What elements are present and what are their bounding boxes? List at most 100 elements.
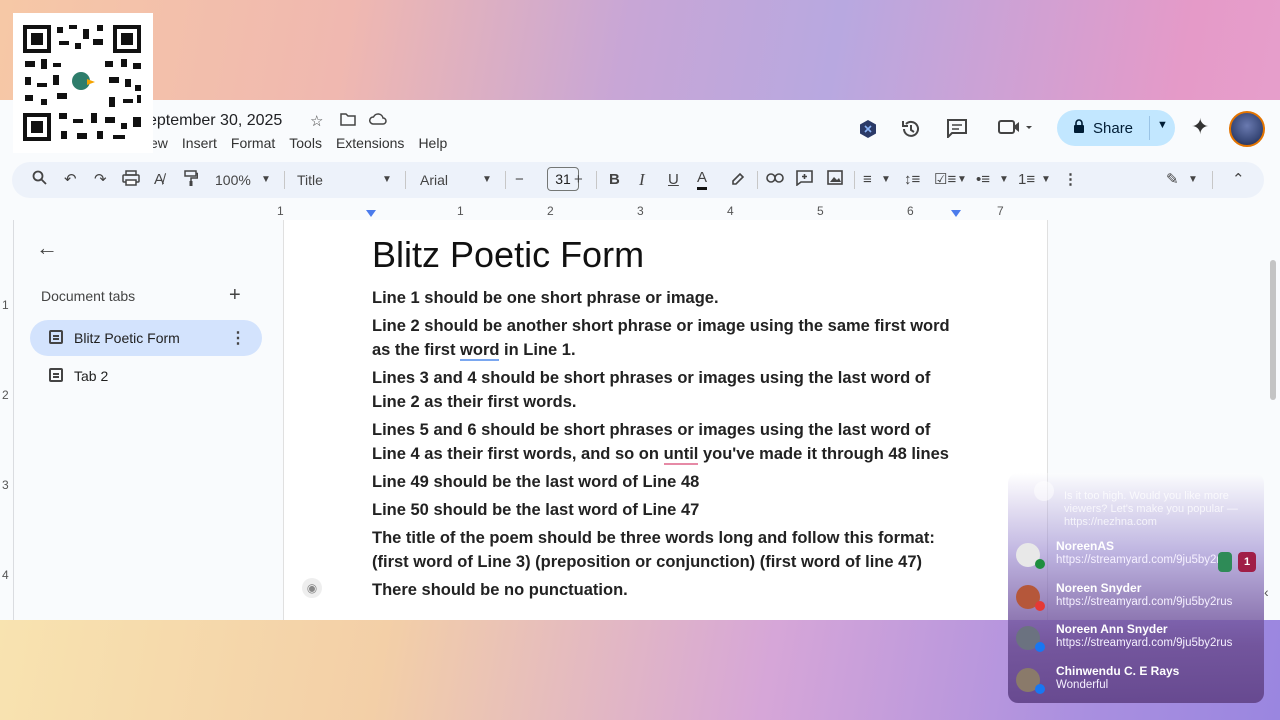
bulleted-list-icon[interactable]: •≡ bbox=[976, 170, 990, 190]
menu-extensions[interactable]: Extensions bbox=[336, 135, 404, 151]
paragraph[interactable]: Lines 5 and 6 should be short phrases or… bbox=[372, 418, 972, 466]
insert-link-icon[interactable] bbox=[766, 170, 784, 190]
paragraph[interactable]: Line 50 should be the last word of Line … bbox=[372, 498, 972, 522]
chevron-left-icon[interactable]: ‹ bbox=[1264, 584, 1269, 600]
style-select[interactable]: Title bbox=[297, 170, 323, 190]
folder-icon[interactable] bbox=[340, 112, 356, 130]
chevron-down-icon[interactable]: ▼ bbox=[957, 170, 967, 190]
star-icon[interactable]: ☆ bbox=[310, 112, 323, 130]
chevron-down-icon[interactable]: ▼ bbox=[1157, 119, 1168, 131]
tab-more-options-icon[interactable]: ⋮ bbox=[230, 328, 246, 348]
document-title[interactable]: eptember 30, 2025 bbox=[148, 112, 282, 130]
vertical-scrollbar[interactable] bbox=[1270, 260, 1276, 400]
paragraph-line: The title of the poem should be three wo… bbox=[372, 529, 935, 547]
ruler-number: 4 bbox=[2, 568, 9, 582]
chevron-down-icon[interactable]: ▼ bbox=[382, 170, 392, 190]
live-chat-overlay: Is it too high. Would you like more view… bbox=[1008, 473, 1264, 703]
menu-tools[interactable]: Tools bbox=[289, 135, 322, 151]
toolbar-divider bbox=[757, 171, 758, 189]
title-bar: eptember 30, 2025 ☆ ew Insert Format Too… bbox=[0, 100, 1280, 162]
toolbar-divider bbox=[284, 171, 285, 189]
more-options-icon[interactable]: ⋮ bbox=[1063, 170, 1078, 190]
numbered-list-icon[interactable]: 1≡ bbox=[1018, 170, 1035, 190]
font-select[interactable]: Arial bbox=[420, 170, 448, 190]
print-icon[interactable] bbox=[122, 170, 140, 190]
paragraph[interactable]: Line 49 should be the last word of Line … bbox=[372, 470, 972, 494]
chat-message-text: Is it too high. Would you like more view… bbox=[1064, 490, 1238, 528]
ruler-number: 1 bbox=[457, 204, 464, 218]
paragraph-line: Lines 3 and 4 should be short phrases or… bbox=[372, 369, 931, 387]
chat-message: Noreen Ann Snyder https://streamyard.com… bbox=[1016, 622, 1264, 662]
checklist-icon[interactable]: ☑≡ bbox=[934, 170, 956, 190]
add-tab-icon[interactable]: + bbox=[229, 284, 241, 307]
chevron-down-icon[interactable]: ▼ bbox=[999, 170, 1009, 190]
increase-font-size-icon[interactable]: + bbox=[574, 170, 583, 190]
chevron-down-icon[interactable]: ▼ bbox=[261, 170, 271, 190]
chevron-down-icon[interactable]: ▼ bbox=[1188, 170, 1198, 190]
text-color-icon[interactable]: A bbox=[697, 170, 708, 190]
grammar-suggestion-word[interactable]: word bbox=[460, 341, 500, 361]
chevron-down-icon[interactable]: ▼ bbox=[881, 170, 891, 190]
chat-message: Noreen Snyder https://streamyard.com/9ju… bbox=[1016, 581, 1264, 621]
share-button[interactable]: Share ▼ bbox=[1057, 110, 1175, 146]
spellcheck-icon[interactable]: A̸ bbox=[154, 170, 164, 190]
paragraph-line: as the first word in Line 1. bbox=[372, 338, 972, 362]
back-arrow-icon[interactable]: ← bbox=[36, 235, 58, 261]
menu-insert[interactable]: Insert bbox=[182, 135, 217, 151]
fingerprint-icon[interactable]: ◉ bbox=[302, 578, 322, 598]
ruler-number: 3 bbox=[637, 204, 644, 218]
ruler-number: 4 bbox=[727, 204, 734, 218]
history-icon[interactable] bbox=[900, 118, 922, 146]
hide-menus-chevron-up-icon[interactable]: ⌃ bbox=[1232, 170, 1245, 190]
ruler-number: 6 bbox=[907, 204, 914, 218]
paragraph-line: Line 2 should be another short phrase or… bbox=[372, 317, 950, 335]
italic-icon[interactable]: I bbox=[639, 170, 645, 190]
text-run: as the first bbox=[372, 341, 461, 359]
tab-tab-2[interactable]: Tab 2 bbox=[30, 358, 262, 394]
bold-icon[interactable]: B bbox=[609, 170, 620, 190]
vertical-ruler[interactable]: 1 2 3 4 bbox=[0, 220, 14, 620]
underline-icon[interactable]: U bbox=[668, 170, 679, 190]
cloud-icon[interactable] bbox=[369, 112, 387, 130]
paragraph[interactable]: Lines 3 and 4 should be short phrases or… bbox=[372, 366, 972, 414]
document-heading[interactable]: Blitz Poetic Form bbox=[372, 234, 644, 276]
ruler-number: 1 bbox=[277, 204, 284, 218]
chat-message-text: https://streamyard.com/9ju5by2rus bbox=[1056, 596, 1233, 608]
ruler-number: 3 bbox=[2, 478, 9, 492]
decrease-font-size-icon[interactable]: − bbox=[515, 170, 524, 190]
highlight-pen-icon[interactable] bbox=[730, 170, 746, 190]
comment-icon[interactable] bbox=[946, 118, 968, 144]
account-avatar[interactable] bbox=[1229, 111, 1265, 147]
zoom-select[interactable]: 100% bbox=[215, 170, 251, 190]
insert-image-icon[interactable] bbox=[827, 170, 843, 190]
spelling-suggestion-word[interactable]: until bbox=[663, 445, 699, 465]
chat-author: NoreenAS bbox=[1056, 539, 1115, 553]
paragraph[interactable]: There should be no punctuation. bbox=[372, 578, 972, 602]
share-label: Share bbox=[1093, 119, 1134, 137]
paragraph[interactable]: Line 2 should be another short phrase or… bbox=[372, 314, 972, 362]
left-indent-marker[interactable] bbox=[366, 210, 376, 217]
editing-mode-pencil-icon[interactable]: ✎ bbox=[1166, 170, 1179, 190]
paint-format-icon[interactable] bbox=[184, 170, 199, 190]
text-run: in Line 1. bbox=[499, 341, 576, 359]
add-comment-icon[interactable] bbox=[796, 170, 813, 190]
chat-author: Noreen Ann Snyder bbox=[1056, 622, 1168, 636]
undo-icon[interactable]: ↶ bbox=[64, 170, 77, 190]
redo-icon[interactable]: ↷ bbox=[94, 170, 107, 190]
paragraph[interactable]: Line 1 should be one short phrase or ima… bbox=[372, 286, 972, 310]
youtube-badge-icon bbox=[1035, 601, 1045, 611]
line-spacing-icon[interactable]: ↕≡ bbox=[904, 170, 920, 190]
right-indent-marker[interactable] bbox=[951, 210, 961, 217]
menu-help[interactable]: Help bbox=[418, 135, 447, 151]
align-left-icon[interactable]: ≡ bbox=[863, 170, 872, 190]
meet-icon[interactable] bbox=[998, 118, 1034, 142]
chevron-down-icon[interactable]: ▼ bbox=[1041, 170, 1051, 190]
chevron-down-icon[interactable]: ▼ bbox=[482, 170, 492, 190]
search-menus-icon[interactable] bbox=[32, 170, 47, 190]
paragraph[interactable]: The title of the poem should be three wo… bbox=[372, 526, 972, 574]
facebook-badge-icon bbox=[1035, 684, 1045, 694]
gemini-sparkle-icon[interactable]: ✦ bbox=[1191, 114, 1209, 140]
extension-hex-icon[interactable] bbox=[858, 119, 878, 145]
tab-blitz-poetic-form[interactable]: Blitz Poetic Form ⋮ bbox=[30, 320, 262, 356]
menu-format[interactable]: Format bbox=[231, 135, 275, 151]
